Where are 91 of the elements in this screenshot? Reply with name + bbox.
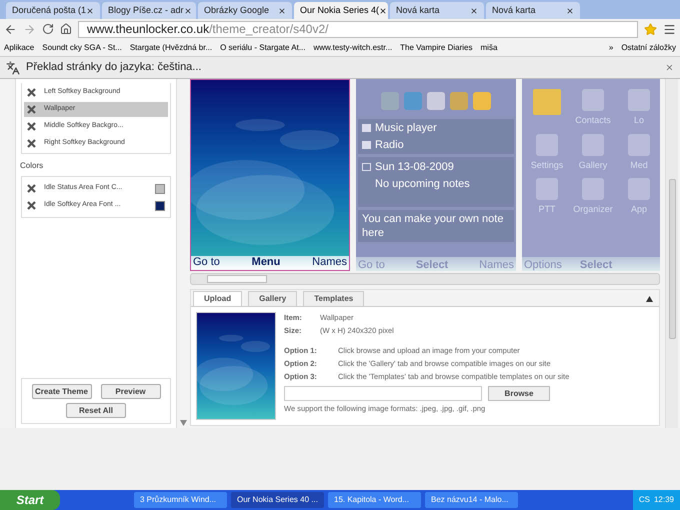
shortcut-label: Music player bbox=[375, 121, 437, 136]
close-icon[interactable] bbox=[379, 6, 388, 14]
reload-icon[interactable] bbox=[42, 23, 54, 35]
horizontal-scrollbar[interactable] bbox=[190, 273, 660, 285]
close-icon[interactable] bbox=[566, 6, 574, 14]
app-icon bbox=[427, 92, 445, 110]
menu-label: App bbox=[630, 203, 647, 216]
translate-icon bbox=[6, 60, 20, 74]
app-icon bbox=[582, 178, 604, 200]
softkey-label: Go to bbox=[193, 254, 220, 270]
translate-message: Překlad stránky do jazyka: čeština... bbox=[26, 60, 202, 76]
softkey-label: Options bbox=[524, 258, 562, 271]
menu-label: Lo bbox=[634, 114, 644, 127]
home-icon[interactable] bbox=[60, 23, 72, 35]
color-swatch[interactable] bbox=[155, 184, 165, 194]
softkey-label: Names bbox=[312, 254, 347, 270]
language-indicator: CS bbox=[638, 494, 650, 506]
browser-tab[interactable]: Our Nokia Series 4( bbox=[294, 2, 388, 19]
softkey-label: Names bbox=[479, 258, 514, 271]
date-text: Sun 13-08-2009 bbox=[375, 160, 454, 175]
softkey-label: Menu bbox=[252, 254, 280, 270]
menu-label: Organizer bbox=[573, 203, 613, 216]
softkey-label: Select bbox=[416, 258, 448, 271]
softkey-label: Go to bbox=[358, 258, 385, 271]
taskbar-button[interactable]: Our Nokia Series 40 ... bbox=[231, 492, 324, 508]
back-icon[interactable] bbox=[4, 22, 17, 36]
other-bookmarks[interactable]: Ostatní záložky bbox=[621, 42, 676, 54]
close-icon[interactable] bbox=[184, 6, 192, 14]
app-icon bbox=[536, 178, 558, 200]
app-icon bbox=[628, 134, 650, 156]
app-icon bbox=[628, 178, 650, 200]
menu-icon[interactable] bbox=[663, 22, 676, 36]
browse-button[interactable]: Browse bbox=[488, 386, 550, 402]
star-icon[interactable] bbox=[644, 22, 657, 36]
x-icon bbox=[27, 201, 36, 210]
app-icon bbox=[582, 89, 604, 111]
calendar-icon bbox=[362, 163, 371, 172]
softkey-label: Select bbox=[580, 258, 612, 271]
x-icon bbox=[27, 105, 36, 114]
browser-tab[interactable]: Blogy Píše.cz - adr bbox=[102, 2, 196, 19]
bookmark[interactable]: miša bbox=[480, 42, 498, 54]
clock: 12:39 bbox=[654, 494, 674, 506]
collapse-icon[interactable] bbox=[646, 296, 653, 302]
upload-tab[interactable]: Templates bbox=[303, 291, 364, 306]
menu-label: Contacts bbox=[575, 114, 611, 127]
app-icon bbox=[404, 92, 422, 110]
page-scrollbar[interactable] bbox=[665, 79, 678, 428]
x-icon bbox=[27, 88, 36, 97]
bookmark[interactable]: The Vampire Diaries bbox=[400, 42, 472, 54]
x-icon bbox=[27, 122, 36, 131]
app-icon bbox=[473, 92, 491, 110]
start-button[interactable]: Start bbox=[0, 490, 60, 510]
close-icon[interactable] bbox=[278, 6, 286, 14]
menu-label: Settings bbox=[530, 158, 564, 172]
bookmark[interactable]: Soundt cky SGA - St... bbox=[42, 42, 122, 54]
scroll-down-icon[interactable] bbox=[180, 420, 187, 426]
upload-tab[interactable]: Upload bbox=[193, 291, 242, 306]
bookmark[interactable]: Aplikace bbox=[4, 42, 34, 54]
app-icon bbox=[628, 89, 650, 111]
more-bookmarks[interactable]: » bbox=[608, 42, 614, 54]
taskbar-button[interactable]: Bez názvu14 - Malo... bbox=[425, 492, 518, 508]
close-icon[interactable] bbox=[86, 6, 94, 14]
note-text: You can make your own note here bbox=[358, 210, 514, 242]
bookmark[interactable]: Stargate (Hvězdná br... bbox=[130, 42, 212, 54]
browser-tab[interactable]: Obrázky Google bbox=[198, 2, 292, 19]
app-icon bbox=[450, 92, 468, 110]
sidebar-button[interactable]: Create Theme bbox=[32, 384, 92, 399]
bookmark[interactable]: www.testy-witch.estr... bbox=[313, 42, 392, 54]
close-icon[interactable] bbox=[470, 6, 478, 14]
menu-label: Gallery bbox=[578, 158, 608, 172]
upload-tab[interactable]: Gallery bbox=[248, 291, 298, 306]
menu-label: PTT bbox=[538, 203, 556, 216]
app-icon bbox=[536, 134, 558, 156]
section-heading: Colors bbox=[20, 160, 44, 172]
shortcut-label: Radio bbox=[375, 138, 404, 152]
bookmark[interactable]: O seriálu - Stargate At... bbox=[220, 42, 306, 54]
browser-tab[interactable]: Nová karta bbox=[390, 2, 484, 19]
app-icon bbox=[582, 134, 604, 156]
taskbar-button[interactable]: 15. Kapitola - Word... bbox=[328, 492, 421, 508]
browser-tab[interactable]: Nová karta bbox=[486, 2, 580, 19]
x-icon bbox=[27, 139, 36, 148]
notes-text: No upcoming notes bbox=[374, 176, 471, 192]
file-input[interactable] bbox=[284, 386, 482, 402]
address-field[interactable]: www.theunlocker.co.uk/theme_creator/s40v2/ bbox=[78, 20, 638, 38]
menu-label: Med bbox=[630, 158, 648, 172]
sidebar-button[interactable]: Preview bbox=[100, 384, 160, 399]
browser-tab[interactable]: Doručená pošta (1 bbox=[6, 2, 100, 19]
taskbar-button[interactable]: 3 Průzkumník Wind... bbox=[134, 492, 227, 508]
color-swatch[interactable] bbox=[155, 200, 165, 210]
x-icon bbox=[27, 184, 36, 193]
sidebar-button[interactable]: Reset All bbox=[66, 403, 126, 418]
